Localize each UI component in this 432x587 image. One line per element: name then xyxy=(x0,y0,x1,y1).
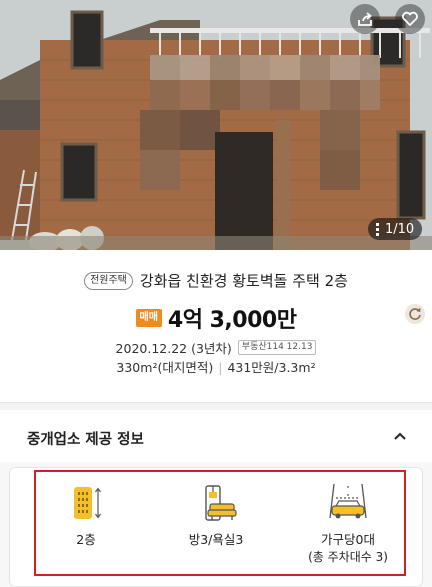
house-photo-image xyxy=(0,0,432,250)
collapse-button[interactable] xyxy=(390,426,410,446)
building-floors-icon xyxy=(74,487,101,519)
heart-icon xyxy=(402,11,418,26)
area-row: 330m²(대지면적) | 431만원/3.3m² xyxy=(0,357,432,376)
parking-total: (총 주차대수 3) xyxy=(308,550,388,564)
gallery-icon xyxy=(376,222,379,236)
photo-counter[interactable]: 1/10 xyxy=(368,218,423,240)
parking-car-icon xyxy=(329,483,367,519)
feature-parking: 가구당0대 (총 주차대수 3) xyxy=(288,482,408,566)
photo-counter-text: 1/10 xyxy=(385,221,415,237)
room-bath-icon xyxy=(205,485,237,521)
feature-rooms: 방3/욕실3 xyxy=(156,482,276,549)
refresh-button[interactable] xyxy=(405,304,425,324)
share-icon xyxy=(358,12,372,26)
listing-summary: 전원주택 강화읍 친환경 황토벽돌 주택 2층 매매 4억 3,000만 202… xyxy=(0,250,432,402)
parking-label: 가구당0대 xyxy=(321,532,375,547)
land-area: 330m²(대지면적) xyxy=(116,360,214,375)
broker-info-header[interactable]: 중개업소 제공 정보 xyxy=(0,410,432,462)
favorite-button[interactable] xyxy=(395,4,425,34)
refresh-icon xyxy=(409,308,421,320)
property-type-badge: 전원주택 xyxy=(84,271,133,290)
deal-type-badge: 매매 xyxy=(135,309,162,327)
price-row: 매매 4억 3,000만 xyxy=(0,302,432,334)
chevron-up-icon xyxy=(394,432,406,440)
feature-floors: 2층 xyxy=(26,482,146,549)
property-photo[interactable]: 1/10 xyxy=(0,0,432,250)
section-title: 중개업소 제공 정보 xyxy=(27,432,144,448)
share-button[interactable] xyxy=(350,4,380,34)
confirmed-date: 2020.12.22 (3년차) xyxy=(115,341,232,356)
listing-title: 강화읍 친환경 황토벽돌 주택 2층 xyxy=(139,272,348,290)
source-badge: 부동산114 12.13 xyxy=(237,340,317,355)
title-row: 전원주택 강화읍 친환경 황토벽돌 주택 2층 xyxy=(0,270,432,291)
rooms-label: 방3/욕실3 xyxy=(188,532,244,547)
floors-label: 2층 xyxy=(76,532,96,547)
separator: | xyxy=(218,360,223,375)
unit-price: 431만원/3.3m² xyxy=(227,360,316,375)
date-row: 2020.12.22 (3년차) 부동산114 12.13 xyxy=(0,338,432,357)
listing-price: 4억 3,000만 xyxy=(167,308,297,333)
section-divider xyxy=(0,402,432,410)
